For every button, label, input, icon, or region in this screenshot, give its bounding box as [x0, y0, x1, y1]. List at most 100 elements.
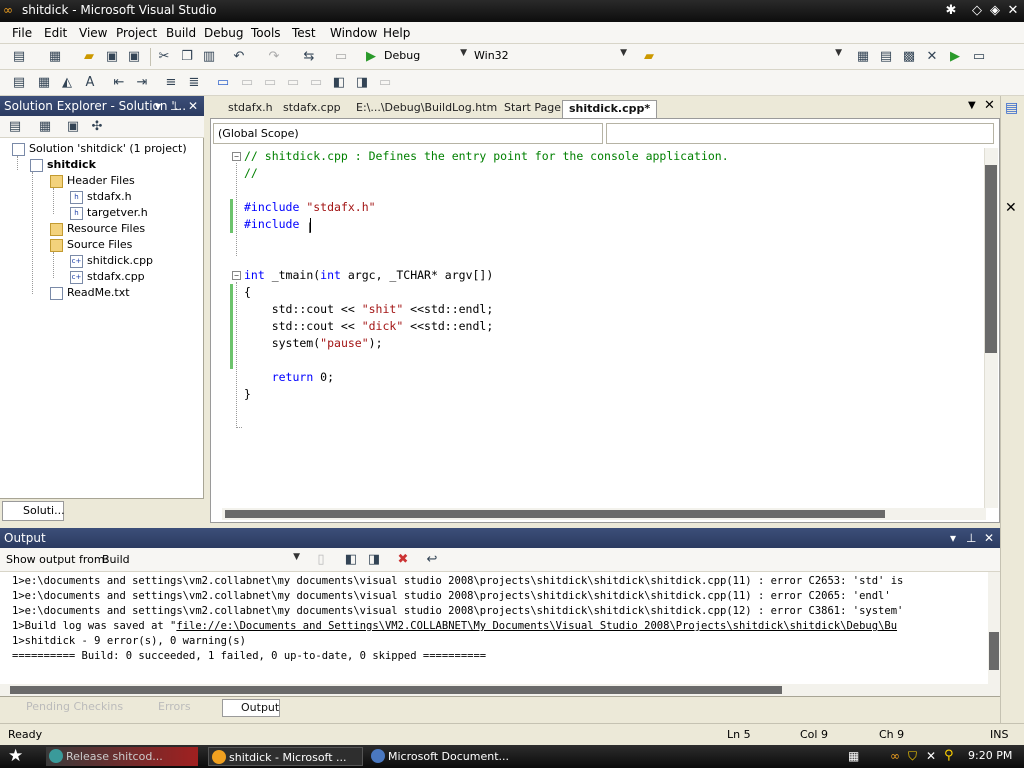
close-icon[interactable]: ✕ — [1004, 2, 1022, 19]
tab-start-page[interactable]: Start Page — [498, 100, 567, 118]
tab-pending-checkins[interactable]: Pending Checkins — [8, 699, 134, 717]
tree-solution[interactable]: Solution 'shitdick' (1 project) — [12, 141, 187, 157]
tab-stdafx-h[interactable]: stdafx.h — [222, 100, 279, 118]
dropdown-icon[interactable]: ▾ — [950, 531, 956, 545]
word-wrap-icon[interactable]: ↩ — [423, 551, 441, 569]
parameter-info-icon[interactable]: ▦ — [35, 74, 53, 92]
minimize-icon[interactable]: ◈ — [986, 2, 1004, 19]
server-explorer-icon[interactable]: ▤ — [1005, 100, 1018, 116]
word-complete-icon[interactable]: A — [81, 74, 99, 92]
menu-view[interactable]: View — [79, 26, 107, 40]
cut-icon[interactable]: ✂ — [155, 48, 173, 66]
next-bookmark-doc-icon[interactable]: ◨ — [353, 74, 371, 92]
output-vertical-scrollbar[interactable] — [988, 572, 1000, 684]
tab-solution-explorer[interactable]: Soluti... — [2, 501, 65, 521]
tree-file-shitdick-cpp[interactable]: c+ shitdick.cpp — [70, 253, 153, 269]
copy-icon[interactable]: ❐ — [178, 48, 196, 66]
tree-file-targetver-h[interactable]: h targetver.h — [70, 205, 148, 221]
increase-indent-icon[interactable]: ⇥ — [133, 74, 151, 92]
menu-help[interactable]: Help — [383, 26, 410, 40]
tree-resource-files[interactable]: Resource Files — [50, 221, 145, 237]
pin-icon[interactable]: ⊥ — [170, 99, 180, 113]
solution-config-combo[interactable]: Debug ▼ — [380, 47, 470, 67]
save-icon[interactable]: ▣ — [103, 48, 121, 66]
find-icon[interactable]: ▭ — [332, 48, 350, 66]
tools-tray-icon[interactable]: ✕ — [926, 749, 936, 763]
find-message-icon[interactable]: ▯ — [312, 551, 330, 569]
properties-icon[interactable]: ▤ — [6, 118, 24, 136]
pin-icon[interactable]: ⊥ — [966, 531, 976, 545]
tab-errors[interactable]: Errors — [140, 699, 218, 717]
tab-stdafx-cpp[interactable]: stdafx.cpp — [277, 100, 347, 118]
prev-bookmark-doc-icon[interactable]: ◧ — [330, 74, 348, 92]
taskbar-item-release[interactable]: Release shitcod... — [46, 747, 198, 766]
menu-file[interactable]: File — [12, 26, 32, 40]
solution-platform-combo[interactable]: Win32 ▼ — [470, 47, 630, 67]
member-combo[interactable] — [606, 123, 994, 144]
menu-edit[interactable]: Edit — [44, 26, 67, 40]
refresh-icon[interactable]: ▣ — [64, 118, 82, 136]
editor-horizontal-scroll-thumb[interactable] — [225, 510, 885, 518]
toolbox-icon[interactable]: ✕ — [923, 48, 941, 66]
output-source-combo[interactable]: Build ▼ — [98, 551, 303, 571]
menu-test[interactable]: Test — [292, 26, 316, 40]
object-browser-icon[interactable]: ▩ — [900, 48, 918, 66]
build-log-link[interactable]: file://e:\Documents and Settings\VM2.COL… — [176, 620, 897, 632]
output-horizontal-scroll-thumb[interactable] — [10, 686, 782, 694]
tab-class-view[interactable] — [70, 501, 130, 521]
keyboard-tray-icon[interactable]: ▦ — [848, 749, 859, 763]
code-area[interactable]: − − // shitdick.cpp : Defines the entry … — [214, 148, 984, 508]
tab-buildlog[interactable]: E:\...\Debug\BuildLog.htm — [350, 100, 503, 118]
tab-output[interactable]: Output — [222, 699, 280, 717]
quick-info-icon[interactable]: ◭ — [58, 74, 76, 92]
more-windows-icon[interactable]: ▭ — [970, 48, 988, 66]
collapse-region-icon[interactable]: − — [232, 152, 241, 161]
next-message-icon[interactable]: ◨ — [365, 551, 383, 569]
properties-icon[interactable]: ▤ — [877, 48, 895, 66]
start-page-icon[interactable]: ▶ — [946, 48, 964, 66]
close-document-icon[interactable]: ✕ — [984, 98, 995, 113]
class-diagram-icon[interactable]: ✣ — [88, 118, 106, 136]
uncomment-icon[interactable]: ≣ — [185, 74, 203, 92]
menu-debug[interactable]: Debug — [204, 26, 243, 40]
bookmark-icon[interactable]: ▭ — [214, 74, 232, 92]
restore-icon[interactable]: ◇ — [968, 2, 986, 19]
tree-header-files[interactable]: Header Files — [50, 173, 135, 189]
prev-bookmark-folder-icon[interactable]: ▭ — [284, 74, 302, 92]
start-debug-icon[interactable]: ▶ — [362, 48, 380, 66]
tree-project[interactable]: shitdick — [30, 157, 96, 173]
tab-property-manager[interactable] — [136, 501, 198, 521]
menu-build[interactable]: Build — [166, 26, 196, 40]
undo-icon[interactable]: ↶ — [230, 48, 248, 66]
menu-tools[interactable]: Tools — [251, 26, 281, 40]
decrease-indent-icon[interactable]: ⇤ — [110, 74, 128, 92]
output-text[interactable]: 1>e:\documents and settings\vm2.collabne… — [0, 572, 1000, 684]
find-in-files-icon[interactable]: ▰ — [640, 48, 658, 66]
vs-tray-icon[interactable]: ∞ — [890, 749, 900, 763]
save-all-icon[interactable]: ▣ — [125, 48, 143, 66]
collapse-region-icon[interactable]: − — [232, 271, 241, 280]
shield-icon[interactable]: ⛉ — [908, 749, 917, 764]
find-combo[interactable]: ▼ — [660, 47, 845, 67]
display-object-icon[interactable]: ▤ — [10, 74, 28, 92]
tree-file-readme[interactable]: ReadMe.txt — [50, 285, 130, 301]
start-button-icon[interactable]: ★ — [8, 746, 23, 766]
search-tray-icon[interactable]: ⚲ — [944, 748, 954, 763]
toolbox-icon[interactable]: ✕ — [1005, 200, 1017, 216]
menu-project[interactable]: Project — [116, 26, 157, 40]
new-project-icon[interactable]: ▤ — [10, 48, 28, 66]
tree-file-stdafx-cpp[interactable]: c+ stdafx.cpp — [70, 269, 145, 285]
navigate-icon[interactable]: ⇆ — [300, 48, 318, 66]
editor-vertical-scroll-thumb[interactable] — [985, 165, 997, 353]
comment-icon[interactable]: ≡ — [162, 74, 180, 92]
pin-icon[interactable]: ✱ — [942, 2, 960, 19]
open-icon[interactable]: ▰ — [80, 48, 98, 66]
clear-bookmarks-icon[interactable]: ▭ — [376, 74, 394, 92]
dropdown-icon[interactable]: ▾ — [155, 99, 161, 113]
paste-icon[interactable]: ▥ — [200, 48, 218, 66]
scope-combo[interactable]: (Global Scope) — [213, 123, 603, 144]
taskbar-item-msdn[interactable]: Microsoft Document... — [368, 747, 518, 766]
menu-window[interactable]: Window — [330, 26, 377, 40]
add-item-icon[interactable]: ▦ — [46, 48, 64, 66]
output-vertical-scroll-thumb[interactable] — [989, 632, 999, 670]
